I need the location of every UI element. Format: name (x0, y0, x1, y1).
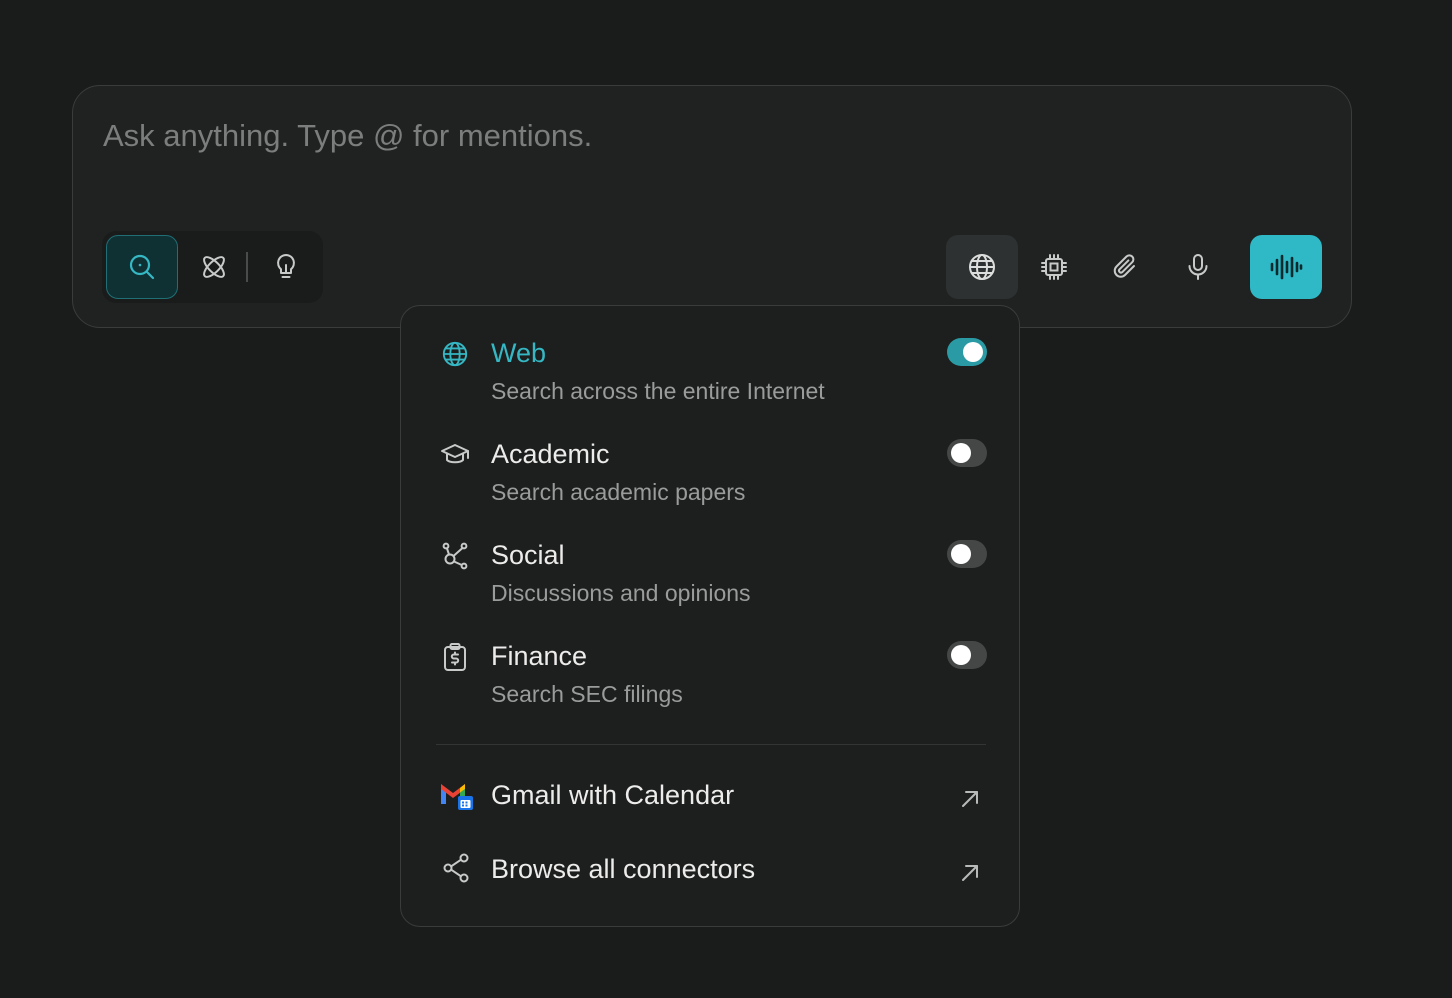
composer (72, 85, 1352, 328)
source-title: Academic (491, 439, 610, 469)
source-item-academic[interactable]: Academic Search academic papers (401, 407, 1019, 507)
globe-icon (969, 254, 995, 280)
dictation-button[interactable] (1162, 235, 1234, 299)
research-mode-button[interactable] (178, 235, 250, 299)
connector-label: Browse all connectors (491, 854, 756, 884)
globe-icon (439, 338, 471, 370)
source-item-social[interactable]: Social Discussions and opinions (401, 508, 1019, 608)
mode-separator (246, 252, 248, 282)
source-description: Search SEC filings (491, 681, 683, 707)
source-item-finance[interactable]: Finance Search SEC filings (401, 609, 1019, 709)
graduation-cap-icon (439, 439, 471, 471)
source-title: Finance (491, 641, 588, 671)
academic-toggle[interactable] (947, 439, 987, 467)
lightbulb-icon (277, 254, 295, 278)
web-toggle[interactable] (947, 338, 987, 366)
labs-mode-button[interactable] (250, 235, 322, 299)
mode-selector (102, 231, 323, 303)
sources-dropdown: Web Search across the entire Internet Ac… (400, 305, 1020, 927)
connector-gmail-calendar[interactable]: Gmail with Calendar (401, 768, 1019, 828)
dropdown-divider (436, 744, 986, 745)
voice-waveform-icon (1270, 254, 1303, 280)
social-network-icon (439, 540, 471, 572)
prompt-input[interactable] (103, 114, 1303, 158)
source-item-web[interactable]: Web Search across the entire Internet (401, 306, 1019, 406)
attach-button[interactable] (1090, 235, 1162, 299)
microphone-icon (1188, 254, 1208, 280)
source-title: Web (491, 338, 547, 368)
finance-clipboard-icon (439, 641, 471, 673)
share-nodes-icon (439, 850, 475, 886)
paperclip-icon (1113, 254, 1135, 278)
atom-icon (203, 256, 225, 278)
source-description: Search academic papers (491, 479, 746, 505)
search-icon (129, 254, 155, 280)
gmail-calendar-icon (439, 776, 475, 812)
arrow-up-right-icon (957, 860, 983, 886)
search-mode-button[interactable] (106, 235, 178, 299)
source-title: Social (491, 540, 565, 570)
arrow-up-right-icon (957, 786, 983, 812)
cpu-chip-icon (1041, 254, 1067, 280)
sources-button[interactable] (946, 235, 1018, 299)
connector-label: Gmail with Calendar (491, 780, 735, 810)
finance-toggle[interactable] (947, 641, 987, 669)
connector-browse-all[interactable]: Browse all connectors (401, 842, 1019, 902)
voice-mode-button[interactable] (1250, 235, 1322, 299)
model-button[interactable] (1018, 235, 1090, 299)
source-description: Discussions and opinions (491, 580, 751, 606)
source-description: Search across the entire Internet (491, 378, 825, 404)
social-toggle[interactable] (947, 540, 987, 568)
